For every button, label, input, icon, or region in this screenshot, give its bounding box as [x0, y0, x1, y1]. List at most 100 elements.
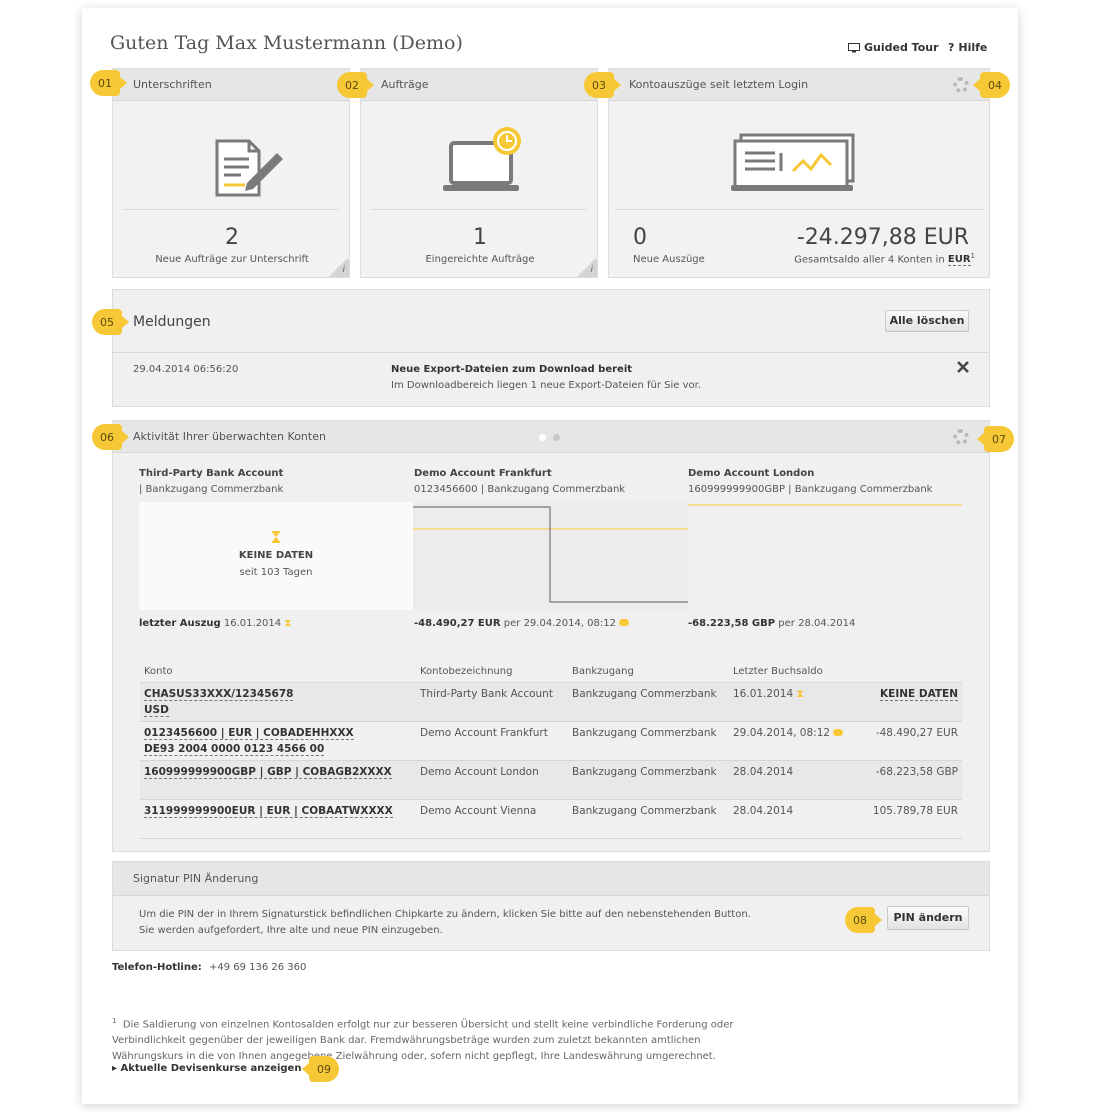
- table-row: 160999999900GBP | GBP | COBAGB2XXXX Demo…: [140, 761, 962, 800]
- exchange-rates-link[interactable]: ▸ Aktuelle Devisenkurse anzeigen: [112, 1063, 301, 1074]
- table-header-saldo: Letzter Buchsaldo: [733, 666, 823, 677]
- close-icon[interactable]: [956, 360, 970, 374]
- last-date: 28.04.2014: [733, 766, 794, 778]
- balance-value: -68.223,58 GBP: [875, 766, 958, 778]
- table-header-bezeichnung: Kontobezeichnung: [420, 666, 513, 677]
- footnote: 1 Die Saldierung von einzelnen Kontosald…: [112, 1017, 734, 1063]
- account-label: Demo Account Vienna: [420, 805, 537, 817]
- footnote-ref: 1: [970, 252, 975, 260]
- info-icon[interactable]: i: [575, 259, 597, 277]
- page-title: Guten Tag Max Mustermann (Demo): [110, 32, 463, 54]
- orders-tile[interactable]: Aufträge 1 Eingereichte Aufträge i: [360, 68, 598, 278]
- no-data-link[interactable]: KEINE DATEN: [880, 688, 958, 701]
- statements-tile-header: Kontoauszüge seit letztem Login: [609, 69, 989, 101]
- orders-tile-header: Aufträge: [361, 69, 597, 101]
- signatures-count: 2: [225, 225, 239, 250]
- info-icon[interactable]: i: [327, 259, 349, 277]
- account-label: Third-Party Bank Account: [420, 688, 553, 700]
- account-3-chart[interactable]: [688, 502, 962, 610]
- account-2-name: Demo Account Frankfurt: [414, 468, 552, 479]
- orders-caption: Eingereichte Aufträge: [425, 254, 535, 265]
- hourglass-icon: ⧗: [284, 618, 292, 629]
- bank-access: Bankzugang Commerzbank: [572, 805, 717, 817]
- hotline: Telefon-Hotline: +49 69 136 26 360: [112, 962, 307, 973]
- marker-01: 01: [90, 70, 127, 96]
- statements-tile[interactable]: Kontoauszüge seit letztem Login 0 Neue A…: [608, 68, 990, 278]
- bank-access: Bankzugang Commerzbank: [572, 766, 717, 778]
- account-link[interactable]: 160999999900GBP | GBP | COBAGB2XXXX: [144, 766, 392, 779]
- table-row: 311999999900EUR | EUR | COBAATWXXXX Demo…: [140, 800, 962, 839]
- caret-right-icon: ▸: [112, 1063, 118, 1074]
- help-link[interactable]: ? Hilfe: [948, 41, 987, 54]
- table-header-konto: Konto: [144, 666, 173, 677]
- marker-03: 03: [584, 72, 621, 98]
- pin-panel: Signatur PIN Änderung Um die PIN der in …: [112, 861, 990, 951]
- marker-02: 02: [337, 72, 374, 98]
- gear-icon[interactable]: [953, 429, 969, 445]
- marker-07: 07: [977, 426, 1014, 452]
- account-3-name: Demo Account London: [688, 468, 815, 479]
- carousel-dot-active[interactable]: [539, 434, 546, 441]
- account-3-footer: -68.223,58 GBP per 28.04.2014: [688, 618, 856, 629]
- marker-06: 06: [92, 424, 129, 450]
- pin-title: Signatur PIN Änderung: [133, 872, 259, 885]
- signatures-title: Unterschriften: [133, 78, 212, 91]
- messages-panel: Meldungen Alle löschen 29.04.2014 06:56:…: [112, 289, 990, 407]
- guided-tour-link[interactable]: Guided Tour: [848, 41, 939, 54]
- hourglass-icon: ⧗: [796, 688, 804, 700]
- marker-05: 05: [92, 309, 129, 335]
- account-1-footer: letzter Auszug 16.01.2014 ⧗: [139, 618, 292, 629]
- marker-09: 09: [302, 1056, 339, 1082]
- monitor-icon: [848, 42, 860, 52]
- messages-title: Meldungen: [133, 314, 211, 330]
- laptop-clock-icon: [443, 127, 521, 191]
- account-2-footer: -48.490,27 EUR per 29.04.2014, 08:12: [414, 618, 630, 629]
- message-timestamp: 29.04.2014 06:56:20: [133, 364, 239, 375]
- account-link[interactable]: 0123456600 | EUR | COBADEHHXXX: [144, 727, 354, 740]
- help-label: Hilfe: [958, 41, 988, 54]
- document-sign-icon: [215, 139, 283, 197]
- gear-icon[interactable]: [953, 77, 969, 93]
- account-1-sub: | Bankzugang Commerzbank: [139, 484, 284, 495]
- signatures-tile[interactable]: Unterschriften 2 Neue Aufträge zur Unter…: [112, 68, 350, 278]
- marker-04: 04: [973, 72, 1010, 98]
- statement-icon: [731, 133, 855, 191]
- hourglass-icon: [271, 531, 281, 543]
- account-currency-link[interactable]: USD: [144, 704, 169, 717]
- account-2-chart[interactable]: [413, 502, 688, 610]
- currency-link[interactable]: EUR: [947, 254, 971, 267]
- last-date: 29.04.2014, 08:12: [733, 727, 844, 739]
- message-text: Im Downloadbereich liegen 1 neue Export-…: [391, 380, 702, 391]
- guided-tour-label: Guided Tour: [864, 41, 939, 54]
- table-row: 0123456600 | EUR | COBADEHHXXX DE93 2004…: [140, 722, 962, 761]
- table-row: CHASUS33XXX/12345678 USD Third-Party Ban…: [140, 683, 962, 722]
- activity-header: Aktivität Ihrer überwachten Konten: [113, 421, 989, 453]
- hotline-number: +49 69 136 26 360: [208, 962, 307, 973]
- account-1-chart[interactable]: KEINE DATEN seit 103 Tagen: [139, 502, 413, 610]
- carousel-dot[interactable]: [553, 434, 560, 441]
- signatures-tile-header: Unterschriften: [113, 69, 349, 101]
- change-pin-button[interactable]: PIN ändern: [887, 906, 969, 930]
- total-balance-caption: Gesamtsaldo aller 4 Konten in EUR1: [794, 252, 975, 267]
- marker-08: 08: [845, 907, 882, 933]
- clear-all-button[interactable]: Alle löschen: [885, 310, 969, 332]
- message-headline: Neue Export-Dateien zum Download bereit: [391, 364, 633, 375]
- status-pill-icon: [619, 619, 630, 626]
- status-pill-icon: [833, 729, 844, 736]
- new-statements-count: 0: [633, 225, 647, 250]
- account-link[interactable]: CHASUS33XXX/12345678: [144, 688, 294, 701]
- activity-title: Aktivität Ihrer überwachten Konten: [133, 430, 326, 443]
- account-label: Demo Account Frankfurt: [420, 727, 548, 739]
- account-2-sub: 0123456600 | Bankzugang Commerzbank: [414, 484, 626, 495]
- no-data-since: seit 103 Tagen: [239, 567, 313, 578]
- table-header-bankzugang: Bankzugang: [572, 666, 634, 677]
- balance-value: 105.789,78 EUR: [872, 805, 958, 817]
- new-statements-caption: Neue Auszüge: [633, 254, 705, 265]
- last-date: 28.04.2014: [733, 805, 794, 817]
- account-link[interactable]: 311999999900EUR | EUR | COBAATWXXXX: [144, 805, 393, 818]
- iban-link[interactable]: DE93 2004 0000 0123 4566 00: [144, 743, 325, 756]
- no-data-label: KEINE DATEN: [238, 550, 314, 561]
- account-1-name: Third-Party Bank Account: [139, 468, 284, 479]
- pin-text-1: Um die PIN der in Ihrem Signaturstick be…: [139, 909, 751, 920]
- statements-title: Kontoauszüge seit letztem Login: [629, 78, 809, 91]
